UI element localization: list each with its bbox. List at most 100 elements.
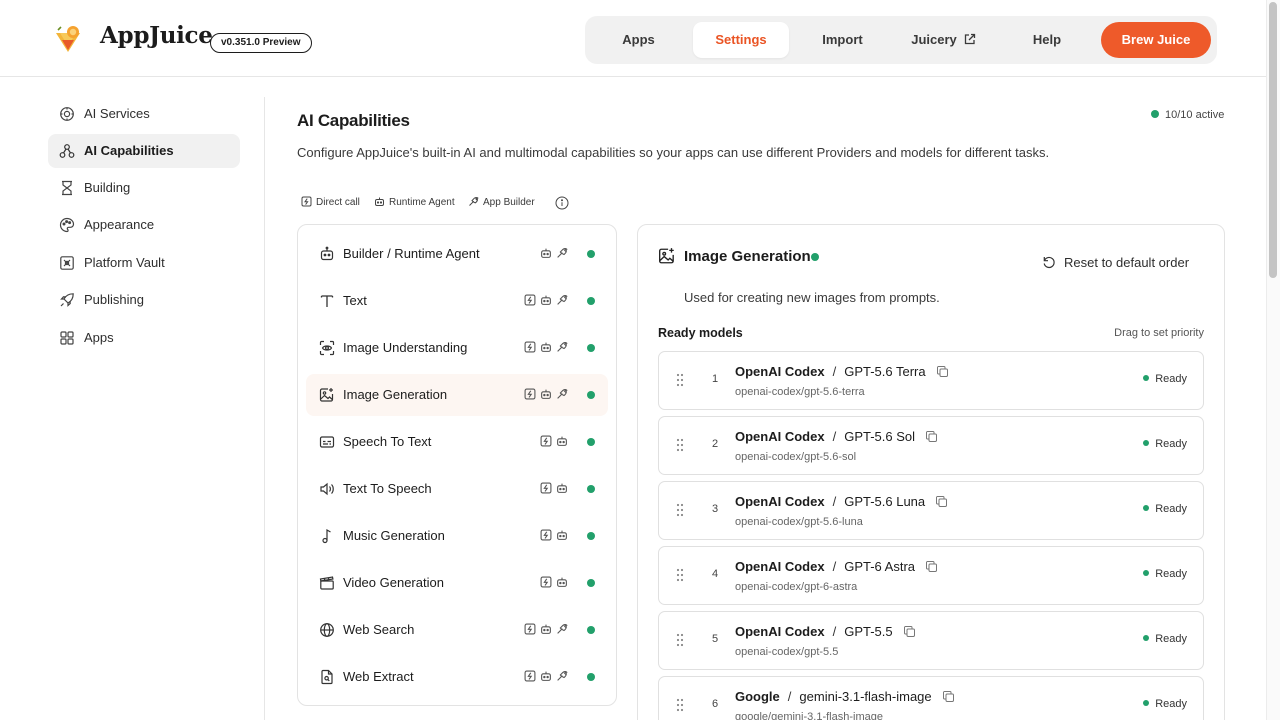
capability-row-text[interactable]: Text (306, 280, 608, 322)
reset-default-order-button[interactable]: Reset to default order (1042, 255, 1189, 273)
sidebar-item-label: Apps (84, 330, 114, 345)
direct-call-tag-icon (540, 529, 552, 541)
robot-icon (320, 246, 334, 261)
drag-handle-icon[interactable] (676, 373, 684, 387)
captions-icon (319, 436, 335, 448)
model-row[interactable]: 2 OpenAI Codex / GPT-5.6 Sol openai-codex/… (658, 416, 1204, 475)
capability-tags (520, 388, 568, 402)
status-dot (587, 626, 595, 634)
runtime-agent-tag-icon (557, 436, 567, 446)
sidebar-divider (264, 97, 265, 720)
sidebar-item-ai-services[interactable]: AI Services (48, 97, 240, 131)
detail-description: Used for creating new images from prompt… (684, 290, 940, 305)
model-status: Ready (1143, 503, 1187, 515)
model-id: openai-codex/gpt-5.6-terra (735, 386, 865, 398)
runtime-agent-tag-icon (541, 671, 551, 681)
status-dot (587, 438, 595, 446)
image-plus-icon (319, 388, 334, 402)
model-row[interactable]: 6 Google / gemini-3.1-flash-image google/g… (658, 676, 1204, 720)
capability-label: Image Generation (343, 387, 448, 402)
status-dot (587, 673, 595, 681)
rocket-icon (60, 293, 74, 307)
nav-help[interactable]: Help (1015, 22, 1079, 58)
drag-hint: Drag to set priority (1114, 327, 1204, 339)
capability-row-text-to-speech[interactable]: Text To Speech (306, 468, 608, 510)
direct-call-tag-icon (540, 435, 552, 447)
capability-row-web-search[interactable]: Web Search (306, 609, 608, 651)
drag-handle-icon[interactable] (676, 698, 684, 712)
copy-icon[interactable] (942, 690, 955, 703)
model-priority: 6 (711, 698, 719, 710)
drag-handle-icon[interactable] (676, 503, 684, 517)
app-builder-tag-icon (557, 671, 568, 681)
app-builder-icon (469, 196, 479, 206)
capability-label: Builder / Runtime Agent (343, 246, 480, 261)
model-priority: 1 (711, 373, 719, 385)
direct-call-tag-icon (540, 482, 552, 494)
copy-icon[interactable] (925, 560, 938, 573)
model-name: Google / gemini-3.1-flash-image (735, 689, 955, 704)
nav-juicery[interactable]: Juicery (896, 22, 991, 58)
apps-grid-icon (60, 331, 74, 345)
model-row[interactable]: 3 OpenAI Codex / GPT-5.6 Luna openai-codex… (658, 481, 1204, 540)
direct-call-tag-icon (524, 623, 536, 635)
capability-label: Image Understanding (343, 340, 468, 355)
sidebar-item-label: Appearance (84, 217, 155, 232)
model-name: OpenAI Codex / GPT-5.5 (735, 624, 916, 639)
capability-row-image-generation[interactable]: Image Generation (306, 374, 608, 416)
sidebar-item-ai-capabilities[interactable]: AI Capabilities (48, 134, 240, 168)
model-priority: 3 (711, 503, 719, 515)
status-dot (587, 297, 595, 305)
direct-call-tag-icon (524, 294, 536, 306)
nav-import[interactable]: Import (805, 22, 880, 58)
runtime-agent-tag-icon (541, 248, 551, 258)
status-dot (587, 344, 595, 352)
drag-handle-icon[interactable] (676, 633, 684, 647)
version-badge: v0.351.0 Preview (210, 33, 312, 53)
appjuice-logo-icon[interactable] (52, 24, 84, 56)
copy-icon[interactable] (903, 625, 916, 638)
sidebar-item-apps[interactable]: Apps (48, 321, 240, 355)
copy-icon[interactable] (936, 365, 949, 378)
sidebar-item-platform-vault[interactable]: Platform Vault (48, 246, 240, 280)
status-dot (587, 579, 595, 587)
capability-row-speech-to-text[interactable]: Speech To Text (306, 421, 608, 463)
model-status: Ready (1143, 568, 1187, 580)
copy-icon[interactable] (935, 495, 948, 508)
status-dot (1143, 700, 1150, 706)
app-builder-tag-icon (557, 624, 568, 634)
sidebar-item-building[interactable]: Building (48, 171, 240, 205)
runtime-agent-tag-icon (541, 389, 551, 399)
capability-row-music-generation[interactable]: Music Generation (306, 515, 608, 557)
brew-juice-button[interactable]: Brew Juice (1101, 22, 1211, 58)
sidebar-item-appearance[interactable]: Appearance (48, 208, 240, 242)
runtime-agent-tag-icon (541, 295, 551, 305)
capability-label: Web Search (343, 622, 415, 637)
nav-settings[interactable]: Settings (693, 22, 789, 58)
sidebar-item-publishing[interactable]: Publishing (48, 283, 240, 317)
nav-apps[interactable]: Apps (600, 22, 677, 58)
capability-row-image-understanding[interactable]: Image Understanding (306, 327, 608, 369)
direct-call-icon (301, 196, 312, 207)
app-builder-tag-icon (557, 295, 568, 305)
reset-icon (1043, 256, 1055, 269)
capability-row-builder-runtime-agent[interactable]: Builder / Runtime Agent (306, 233, 608, 275)
copy-icon[interactable] (925, 430, 938, 443)
model-priority: 2 (711, 438, 719, 450)
model-id: openai-codex/gpt-5.5 (735, 646, 839, 658)
page-description: Configure AppJuice's built-in AI and mul… (297, 145, 1050, 160)
capability-label: Music Generation (343, 528, 445, 543)
drag-handle-icon[interactable] (676, 568, 684, 582)
app-builder-tag-icon (557, 389, 568, 399)
drag-handle-icon[interactable] (676, 438, 684, 452)
direct-call-tag-icon (524, 388, 536, 400)
page-scrollbar-thumb[interactable] (1269, 2, 1277, 278)
capability-tags (520, 294, 568, 308)
image-scan-icon (319, 340, 335, 356)
capability-row-web-extract[interactable]: Web Extract (306, 656, 608, 698)
capability-row-video-generation[interactable]: Video Generation (306, 562, 608, 604)
info-icon[interactable] (555, 196, 569, 210)
model-row[interactable]: 1 OpenAI Codex / GPT-5.6 Terra openai-code… (658, 351, 1204, 410)
model-row[interactable]: 5 OpenAI Codex / GPT-5.5 openai-codex/gpt-… (658, 611, 1204, 670)
model-row[interactable]: 4 OpenAI Codex / GPT-6 Astra openai-codex/… (658, 546, 1204, 605)
